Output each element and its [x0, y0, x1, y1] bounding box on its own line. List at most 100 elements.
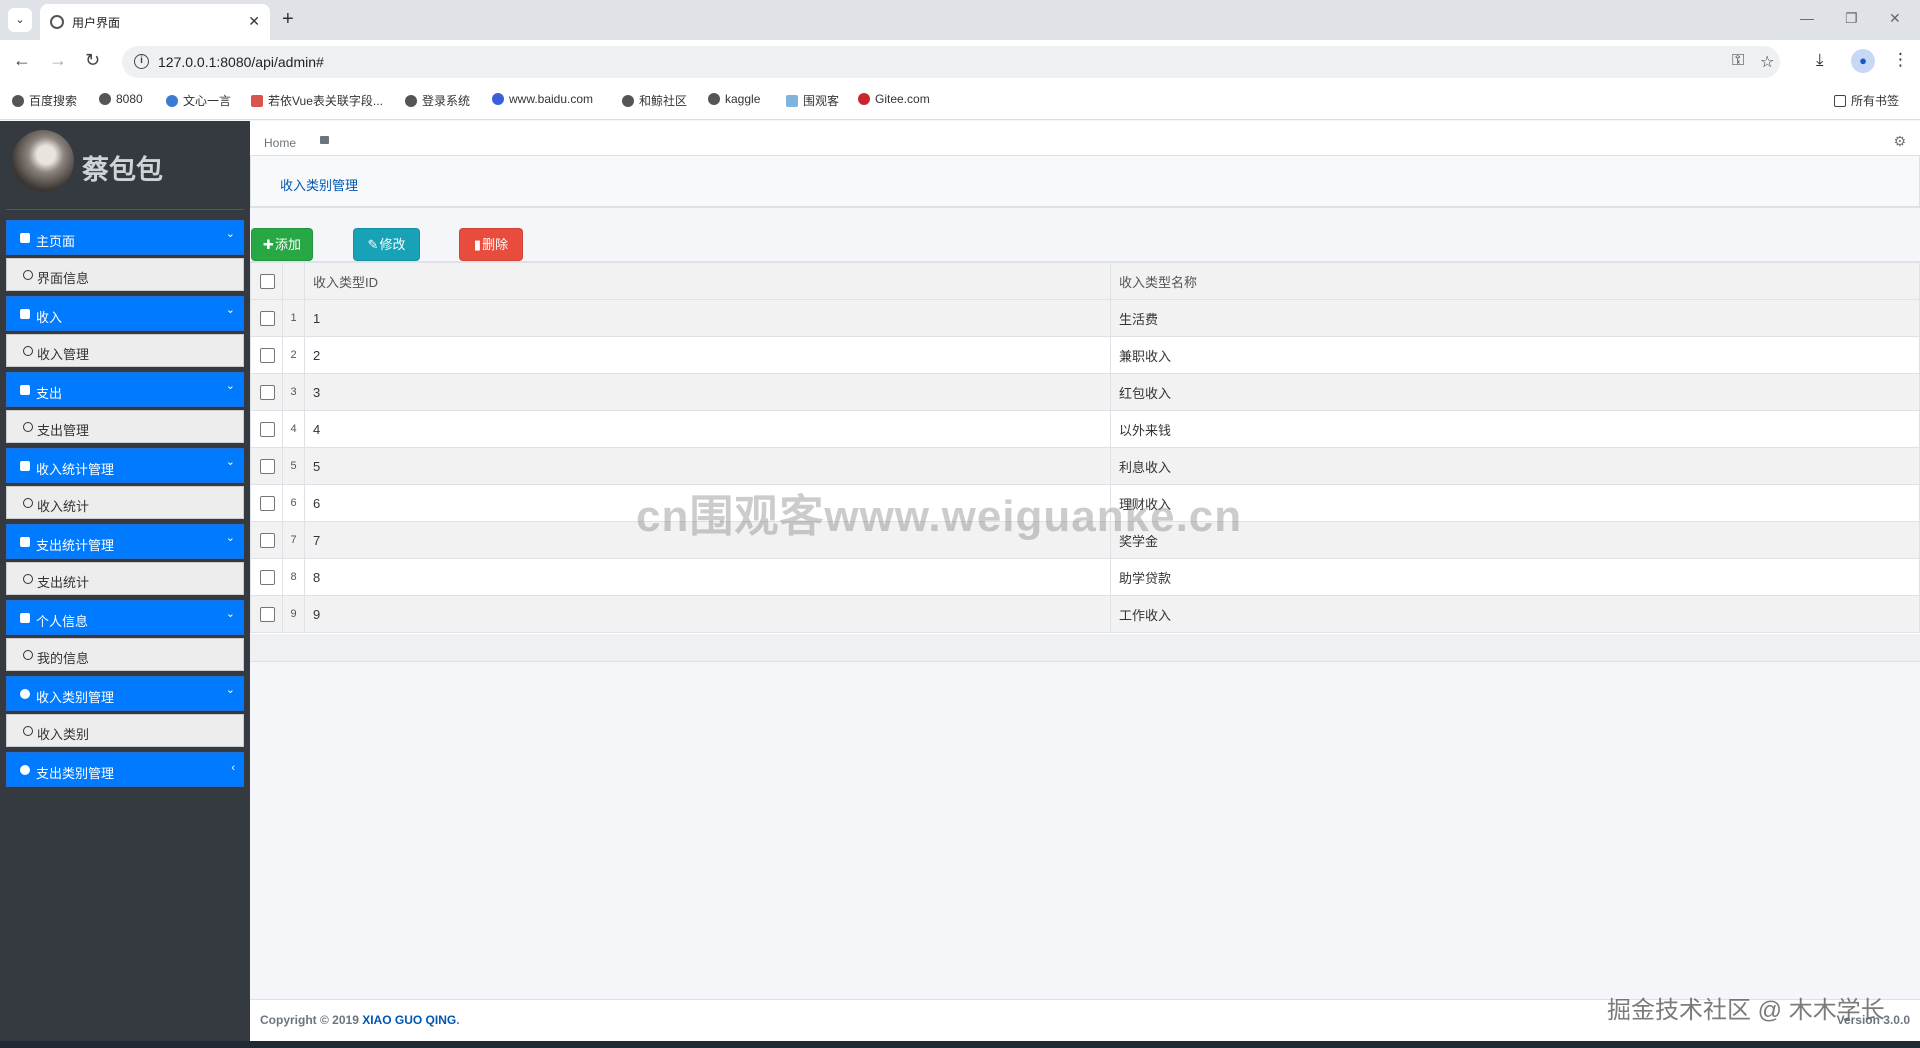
window-close-icon[interactable]: ✕: [1889, 10, 1901, 27]
wenxin-icon: [166, 95, 178, 107]
brand-name: 蔡包包: [82, 155, 163, 185]
column-header-name[interactable]: 收入类型名称: [1110, 262, 1920, 300]
bookmark-item[interactable]: 8080: [99, 92, 143, 106]
more-menu-icon[interactable]: ⋮: [1892, 50, 1909, 70]
bookmark-item[interactable]: kaggle: [708, 92, 760, 106]
all-bookmarks[interactable]: 所有书签: [1834, 92, 1899, 109]
cell-income-type-name: 利息收入: [1110, 447, 1920, 485]
site-info-icon[interactable]: i: [134, 54, 149, 69]
row-checkbox[interactable]: [260, 496, 275, 512]
plus-square-icon: [20, 309, 30, 319]
copyright: Copyright © 2019 XIAO GUO QING.: [260, 1013, 460, 1027]
table-row[interactable]: 9 9 工作收入: [250, 595, 1920, 633]
cell-income-type-name: 工作收入: [1110, 595, 1920, 633]
home-link[interactable]: Home: [264, 136, 296, 150]
profile-icon[interactable]: ●: [1851, 49, 1875, 73]
address-bar[interactable]: i 127.0.0.1:8080/api/admin# ⚿ ☆: [122, 46, 1780, 78]
delete-button[interactable]: ▮删除: [459, 228, 523, 261]
gear-icon[interactable]: ⚙: [1893, 133, 1906, 150]
menu-item-income-category[interactable]: 收入类别: [6, 714, 244, 747]
menu-item-expense-stats[interactable]: 支出统计: [6, 562, 244, 595]
table-row[interactable]: 4 4 以外来钱: [250, 410, 1920, 448]
new-tab-icon[interactable]: +: [282, 8, 294, 31]
bookmark-item[interactable]: www.baidu.com: [492, 92, 593, 106]
menu-home[interactable]: 主页面 ⌄: [6, 220, 244, 255]
tab-search-menu-icon[interactable]: ⌄: [8, 8, 32, 32]
reload-icon[interactable]: ↻: [85, 50, 100, 71]
menu-item-my-info[interactable]: 我的信息: [6, 638, 244, 671]
circle-icon: [23, 498, 33, 508]
watermark-center: cn围观客www.weiguanke.cn: [636, 492, 1243, 541]
close-tab-icon[interactable]: ✕: [248, 13, 260, 30]
row-checkbox[interactable]: [260, 311, 275, 327]
restore-icon[interactable]: ❐: [1845, 10, 1858, 27]
row-checkbox[interactable]: [260, 570, 275, 586]
menu-item-label: 我的信息: [37, 651, 90, 666]
menu-income-label: 收入: [36, 310, 63, 325]
globe-icon: [708, 93, 720, 105]
circle-icon: [23, 422, 33, 432]
bookmark-item[interactable]: 登录系统: [405, 92, 470, 109]
minimize-icon[interactable]: —: [1800, 10, 1814, 26]
menu-income-category[interactable]: 收入类别管理 ⌄: [6, 676, 244, 711]
menu-income[interactable]: 收入 ⌄: [6, 296, 244, 331]
cell-income-type-id: 9: [304, 595, 1111, 633]
menu-item-expense-manage[interactable]: 支出管理: [6, 410, 244, 443]
sidebar: 蔡包包 主页面 ⌄ 界面信息 收入 ⌄ 收入管理 支出 ⌄ 支出管理 收入统计管理 ⌄ …: [0, 121, 250, 1041]
menu-income-stats[interactable]: 收入统计管理 ⌄: [6, 448, 244, 483]
cell-income-type-id: 1: [304, 299, 1111, 337]
add-button[interactable]: ✚添加: [251, 228, 313, 261]
menu-income-category-label: 收入类别管理: [36, 690, 115, 705]
url-text[interactable]: 127.0.0.1:8080/api/admin#: [158, 54, 324, 70]
table-header-row: 收入类型ID 收入类型名称: [250, 262, 1920, 300]
menu-expense-stats[interactable]: 支出统计管理 ⌄: [6, 524, 244, 559]
download-icon[interactable]: ⤓: [1816, 50, 1824, 70]
lock-icon[interactable]: [320, 136, 329, 144]
bookmark-item[interactable]: 百度搜索: [12, 92, 77, 109]
edit-button[interactable]: ✎修改: [353, 228, 420, 261]
menu-profile[interactable]: 个人信息 ⌄: [6, 600, 244, 635]
password-key-icon[interactable]: ⚿: [1732, 52, 1744, 70]
menu-item-label: 支出统计: [37, 575, 90, 590]
menu-item-income-stats[interactable]: 收入统计: [6, 486, 244, 519]
menu-item-income-manage[interactable]: 收入管理: [6, 334, 244, 367]
watermark-corner: 掘金技术社区 @ 木木学长: [1607, 997, 1885, 1024]
cell-income-type-id: 8: [304, 558, 1111, 596]
bookmark-item[interactable]: 文心一言: [166, 92, 231, 109]
column-header-id[interactable]: 收入类型ID: [304, 262, 1111, 300]
row-checkbox[interactable]: [260, 422, 275, 438]
bookmark-item[interactable]: Gitee.com: [858, 92, 930, 106]
select-all-checkbox[interactable]: [260, 274, 275, 290]
table-row[interactable]: 3 3 红包收入: [250, 373, 1920, 411]
menu-item-dashboard[interactable]: 界面信息: [6, 258, 244, 291]
browser-tab[interactable]: 用户界面 ✕: [40, 4, 270, 40]
circle-icon: [23, 574, 33, 584]
row-number: 6: [282, 484, 305, 522]
chevron-down-icon: ⌄: [225, 608, 235, 620]
menu-item-label: 收入类别: [37, 727, 90, 742]
bookmark-item[interactable]: 围观客: [786, 92, 839, 109]
bookmark-star-icon[interactable]: ☆: [1760, 52, 1774, 72]
table-row[interactable]: 5 5 利息收入: [250, 447, 1920, 485]
bookmark-item[interactable]: 和鲸社区: [622, 92, 687, 109]
row-checkbox[interactable]: [260, 533, 275, 549]
back-icon[interactable]: ←: [13, 50, 31, 71]
table-row[interactable]: 1 1 生活费: [250, 299, 1920, 337]
circle-icon: [23, 346, 33, 356]
row-checkbox[interactable]: [260, 607, 275, 623]
table-row[interactable]: 2 2 兼职收入: [250, 336, 1920, 374]
row-number: 1: [282, 299, 305, 337]
bookmark-item[interactable]: 若依Vue表关联字段...: [251, 92, 383, 109]
tab-title: 用户界面: [72, 16, 121, 30]
menu-expense[interactable]: 支出 ⌄: [6, 372, 244, 407]
row-checkbox[interactable]: [260, 459, 275, 475]
row-select-cell: [250, 484, 283, 522]
menu-expense-category[interactable]: 支出类别管理 ‹: [6, 752, 244, 787]
forward-icon[interactable]: →: [49, 50, 67, 71]
row-checkbox[interactable]: [260, 385, 275, 401]
author-link[interactable]: XIAO GUO QING: [362, 1013, 456, 1027]
table-row[interactable]: 8 8 助学贷款: [250, 558, 1920, 596]
row-checkbox[interactable]: [260, 348, 275, 364]
row-number: 3: [282, 373, 305, 411]
menu-item-label: 界面信息: [37, 271, 90, 286]
